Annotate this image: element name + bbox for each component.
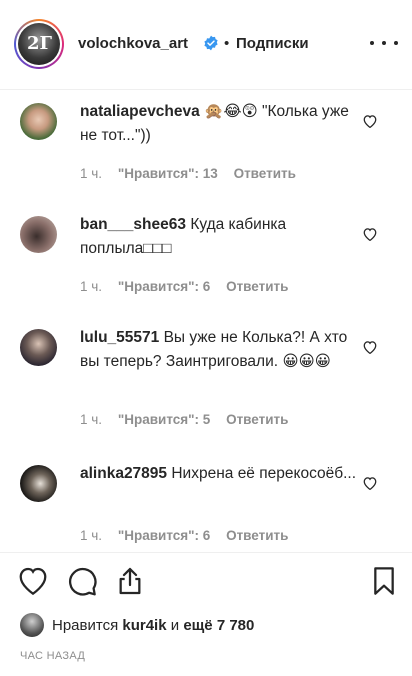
verified-badge-icon [204, 35, 218, 51]
reply-button[interactable]: Ответить [226, 528, 288, 543]
comment-like-heart-icon[interactable] [362, 340, 378, 354]
post-header: 2Г volochkova_art • Подписки [0, 0, 412, 90]
commenter-avatar[interactable] [20, 216, 57, 253]
comment-like-heart-icon[interactable] [362, 476, 378, 490]
comment-text: nataliapevcheva 🙊😂😲 "Колька уже не тот..… [80, 100, 365, 148]
commenter-username[interactable]: nataliapevcheva [80, 103, 200, 120]
commenter-avatar[interactable] [20, 465, 57, 502]
more-options-icon[interactable] [370, 38, 398, 48]
comment-time: 1 ч. [80, 412, 103, 427]
comment-text: alinka27895 Нихрена её перекосоёб... [80, 462, 365, 486]
post-action-bar [0, 565, 412, 605]
comment-time: 1 ч. [80, 279, 103, 294]
comment-meta: 1 ч. "Нравится": 5 Ответить [80, 412, 300, 427]
reply-button[interactable]: Ответить [226, 412, 288, 427]
author-username[interactable]: volochkova_art [78, 35, 188, 52]
liker-avatar[interactable] [20, 613, 44, 637]
avatar-logo-text: 2Г [27, 33, 52, 54]
comment-likes-count[interactable]: "Нравится": 6 [118, 528, 210, 543]
comment-likes-count[interactable]: "Нравится": 6 [118, 279, 210, 294]
header-separator: • [224, 35, 230, 52]
commenter-avatar[interactable] [20, 329, 57, 366]
commenter-avatar[interactable] [20, 103, 57, 140]
comment-text: lulu_55571 Вы уже не Колька?! А хто вы т… [80, 326, 365, 374]
author-avatar[interactable]: 2Г [14, 19, 64, 69]
commenter-username[interactable]: ban___shee63 [80, 216, 186, 233]
post-time-ago: ЧАС НАЗАД [20, 650, 86, 662]
actions-divider [0, 552, 412, 553]
save-bookmark-icon[interactable] [368, 565, 400, 597]
liked-by-row[interactable]: Нравится kur4ik и ещё 7 780 [20, 611, 254, 639]
comment-likes-count[interactable]: "Нравится": 13 [118, 166, 218, 181]
liked-by-conjunction: и [170, 616, 180, 634]
comment-body: Нихрена её перекосоёб... [171, 465, 357, 482]
liked-by-others-count[interactable]: ещё 7 780 [183, 617, 254, 634]
comment-likes-count[interactable]: "Нравится": 5 [118, 412, 210, 427]
like-heart-icon[interactable] [17, 565, 49, 597]
comment-time: 1 ч. [80, 166, 103, 181]
reply-button[interactable]: Ответить [226, 279, 288, 294]
commenter-username[interactable]: alinka27895 [80, 465, 167, 482]
share-icon[interactable] [114, 565, 146, 597]
reply-button[interactable]: Ответить [234, 166, 296, 181]
liked-by-prefix: Нравится [52, 616, 119, 634]
comment-meta: 1 ч. "Нравится": 13 Ответить [80, 166, 308, 181]
following-button[interactable]: Подписки [236, 35, 309, 52]
comment-meta: 1 ч. "Нравится": 6 Ответить [80, 528, 300, 543]
comment-text: ban___shee63 Куда кабинка поплыла□□□ [80, 213, 365, 261]
comment-like-heart-icon[interactable] [362, 227, 378, 241]
comment-meta: 1 ч. "Нравится": 6 Ответить [80, 279, 300, 294]
comment-like-heart-icon[interactable] [362, 114, 378, 128]
commenter-username[interactable]: lulu_55571 [80, 329, 159, 346]
liked-by-username[interactable]: kur4ik [122, 617, 166, 634]
comment-bubble-icon[interactable] [66, 565, 98, 597]
comment-time: 1 ч. [80, 528, 103, 543]
